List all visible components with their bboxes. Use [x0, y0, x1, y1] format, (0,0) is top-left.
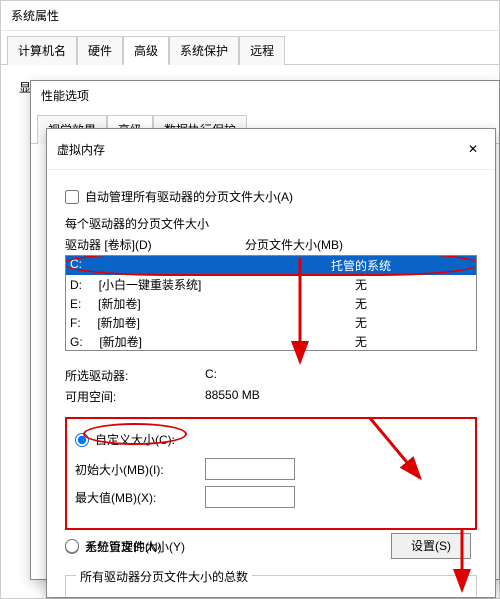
radio-no-paging-row[interactable]: 无分页文件(N): [65, 538, 162, 555]
tab-remote[interactable]: 远程: [239, 36, 285, 65]
totals-groupbox: 所有驱动器分页文件大小的总数 允许的最小值: 16 MB: [65, 575, 477, 597]
drive-letter: D:: [70, 278, 82, 292]
custom-size-box: 自定义大小(C): 初始大小(MB)(I): 最大值(MB)(X):: [65, 417, 477, 530]
drive-paging: 无: [250, 333, 472, 350]
tab-system-protection[interactable]: 系统保护: [169, 36, 239, 65]
selected-drive-value: C:: [205, 367, 217, 384]
available-space-value: 88550 MB: [205, 388, 260, 405]
system-properties-title: 系统属性: [1, 1, 499, 31]
virtual-memory-title: 虚拟内存: [57, 141, 105, 158]
close-icon: ✕: [468, 142, 478, 156]
drive-paging: 无: [250, 295, 472, 312]
tab-advanced[interactable]: 高级: [123, 36, 169, 65]
each-drive-label: 每个驱动器的分页文件大小: [65, 215, 477, 232]
drive-volume-label: [新加卷]: [99, 335, 142, 349]
drive-paging: 托管的系统: [250, 257, 472, 274]
drive-volume-label: [新加卷]: [97, 316, 140, 330]
tab-hardware[interactable]: 硬件: [77, 36, 123, 65]
max-size-input[interactable]: [205, 486, 295, 508]
radio-custom-size[interactable]: [75, 433, 89, 447]
virtual-memory-dialog: 虚拟内存 ✕ 自动管理所有驱动器的分页文件大小(A) 每个驱动器的分页文件大小 …: [46, 128, 496, 598]
set-button[interactable]: 设置(S): [391, 533, 471, 559]
auto-manage-checkbox[interactable]: [65, 190, 79, 204]
max-size-label: 最大值(MB)(X):: [75, 489, 205, 506]
drive-letter: G:: [70, 335, 83, 349]
drive-row-f[interactable]: F: [新加卷] 无: [66, 313, 476, 332]
allowed-min-label: 允许的最小值:: [76, 595, 216, 597]
drive-paging: 无: [250, 314, 472, 331]
drive-letter: C:: [70, 257, 82, 271]
initial-size-label: 初始大小(MB)(I):: [75, 461, 205, 478]
selected-drive-info: 所选驱动器: C: 可用空间: 88550 MB: [65, 365, 477, 407]
radio-custom-size-row[interactable]: 自定义大小(C):: [75, 431, 467, 448]
radio-custom-size-label: 自定义大小(C):: [95, 431, 175, 448]
col-paging-label: 分页文件大小(MB): [245, 236, 343, 253]
close-button[interactable]: ✕: [461, 137, 485, 161]
drive-volume-label: [小白一键重装系统]: [99, 278, 202, 292]
virtual-memory-body: 自动管理所有驱动器的分页文件大小(A) 每个驱动器的分页文件大小 驱动器 [卷标…: [47, 170, 495, 597]
system-properties-tabs: 计算机名 硬件 高级 系统保护 远程: [1, 31, 499, 65]
col-drive-label: 驱动器 [卷标](D): [65, 236, 245, 253]
radio-no-paging-label: 无分页文件(N): [85, 538, 162, 555]
performance-options-title: 性能选项: [31, 81, 499, 110]
auto-manage-checkbox-row[interactable]: 自动管理所有驱动器的分页文件大小(A): [65, 188, 477, 205]
drive-row-d[interactable]: D: [小白一键重装系统] 无: [66, 275, 476, 294]
radio-no-paging[interactable]: [65, 539, 79, 553]
drive-list-header: 驱动器 [卷标](D) 分页文件大小(MB): [65, 236, 477, 253]
drive-row-e[interactable]: E: [新加卷] 无: [66, 294, 476, 313]
allowed-min-value: 16 MB: [216, 595, 251, 597]
drive-volume-label: [新加卷]: [98, 297, 141, 311]
drive-row-c[interactable]: C: 托管的系统: [66, 256, 476, 275]
drive-letter: F:: [70, 316, 81, 330]
selected-drive-label: 所选驱动器:: [65, 367, 205, 384]
drive-letter: E:: [70, 297, 81, 311]
virtual-memory-titlebar: 虚拟内存 ✕: [47, 129, 495, 170]
drive-list[interactable]: C: 托管的系统 D: [小白一键重装系统] 无 E: [新加卷] 无 F: […: [65, 255, 477, 351]
drive-paging: 无: [250, 276, 472, 293]
available-space-label: 可用空间:: [65, 388, 205, 405]
tab-computer-name[interactable]: 计算机名: [7, 36, 77, 65]
totals-legend: 所有驱动器分页文件大小的总数: [76, 568, 252, 585]
drive-row-g[interactable]: G: [新加卷] 无: [66, 332, 476, 351]
initial-size-input[interactable]: [205, 458, 295, 480]
auto-manage-label: 自动管理所有驱动器的分页文件大小(A): [85, 188, 293, 205]
